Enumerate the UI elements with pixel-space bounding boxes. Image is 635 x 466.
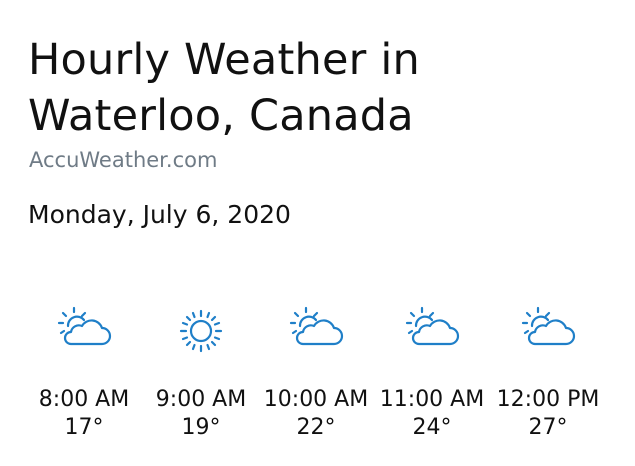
hour-temperature: 19° — [181, 415, 221, 440]
hour-time: 11:00 AM — [379, 387, 485, 412]
source-label: AccuWeather.com — [29, 148, 218, 172]
forecast-date: Monday, July 6, 2020 — [28, 200, 291, 229]
hour-temperature: 22° — [296, 415, 336, 440]
partly-sunny-icon — [405, 306, 460, 346]
hourly-forecast: 8:00 AM 17° 9:00 AM 19° 10:00 AM 22° 11:… — [26, 302, 616, 452]
sunny-icon — [179, 309, 223, 353]
hour-item: 10:00 AM 22° — [258, 302, 374, 442]
hour-item: 9:00 AM 19° — [143, 302, 259, 442]
hour-item: 11:00 AM 24° — [374, 302, 490, 442]
hour-time: 12:00 PM — [496, 387, 600, 412]
hour-time: 8:00 AM — [38, 387, 130, 412]
partly-sunny-icon — [57, 306, 112, 346]
hour-time: 9:00 AM — [155, 387, 247, 412]
hour-temperature: 24° — [412, 415, 452, 440]
partly-sunny-icon — [289, 306, 344, 346]
hour-time: 10:00 AM — [263, 387, 369, 412]
hour-temperature: 27° — [528, 415, 568, 440]
hour-item: 12:00 PM 27° — [490, 302, 606, 442]
hour-temperature: 17° — [64, 415, 104, 440]
partly-sunny-icon — [521, 306, 576, 346]
page-title: Hourly Weather in Waterloo, Canada — [28, 35, 420, 141]
hour-item: 8:00 AM 17° — [26, 302, 142, 442]
